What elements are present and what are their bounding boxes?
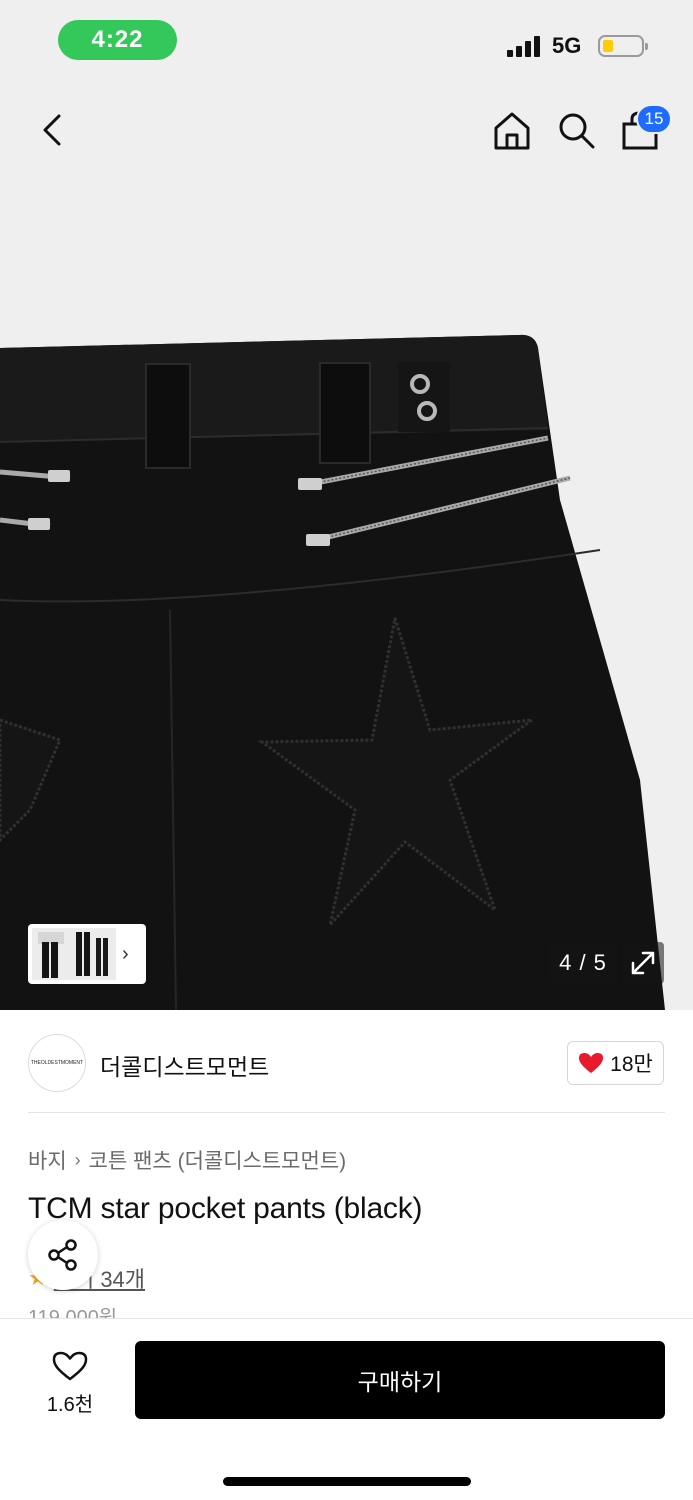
brand-logo[interactable]: THEOLDESTMOMENT — [28, 1034, 86, 1092]
expand-icon — [631, 951, 655, 975]
product-title: TCM star pocket pants (black) — [28, 1192, 423, 1225]
product-photo — [0, 334, 665, 1010]
buy-button[interactable]: 구매하기 — [135, 1341, 665, 1419]
heart-filled-icon — [579, 1053, 604, 1073]
thumbnail-image — [32, 928, 116, 980]
product-image-gallery[interactable]: 15 › 4 / 5 — [0, 80, 693, 1010]
thumbnail-chevron-icon: › — [122, 942, 129, 965]
bottom-action-bar: 1.6천 구매하기 — [0, 1318, 693, 1500]
brand-name[interactable]: 더콜디스트모먼트 — [100, 1048, 269, 1082]
cart-count-badge: 15 — [636, 104, 672, 134]
image-page-indicator: 4 / 5 — [548, 942, 618, 984]
signal-icon — [507, 35, 543, 57]
breadcrumb-item-category[interactable]: 바지 — [28, 1145, 67, 1175]
back-button[interactable] — [30, 108, 74, 152]
search-button[interactable] — [554, 108, 598, 152]
search-icon — [559, 113, 595, 149]
home-icon — [494, 112, 530, 150]
battery-fill — [603, 40, 613, 52]
product-thumbnail-link[interactable]: › — [28, 924, 146, 984]
wishlist-button[interactable]: 1.6천 — [28, 1343, 112, 1423]
breadcrumb-item-subcategory[interactable]: 코튼 팬츠 (더콜디스트모먼트) — [89, 1145, 347, 1175]
status-bar: 4:22 5G — [0, 0, 693, 80]
home-button[interactable] — [490, 108, 534, 152]
heart-outline-icon — [52, 1351, 88, 1380]
breadcrumb: 바지 › 코튼 팬츠 (더콜디스트모먼트) — [28, 1145, 346, 1175]
brand-like-button[interactable]: 18만 — [567, 1041, 664, 1085]
home-indicator — [223, 1477, 471, 1486]
share-button[interactable] — [28, 1220, 98, 1290]
network-label: 5G — [552, 33, 582, 58]
breadcrumb-separator-icon: › — [74, 1149, 81, 1170]
expand-image-button[interactable] — [622, 942, 664, 984]
battery-icon — [598, 35, 648, 57]
share-icon — [48, 1239, 77, 1271]
status-time: 4:22 — [58, 20, 177, 60]
divider — [28, 1112, 665, 1113]
wishlist-count: 1.6천 — [46, 1393, 94, 1416]
brand-like-count: 18만 — [610, 1053, 653, 1076]
chevron-left-icon — [43, 114, 61, 146]
product-price: 119,000원 — [28, 1308, 117, 1318]
brand-row[interactable]: THEOLDESTMOMENT 더콜디스트모먼트 18만 — [0, 1010, 693, 1114]
